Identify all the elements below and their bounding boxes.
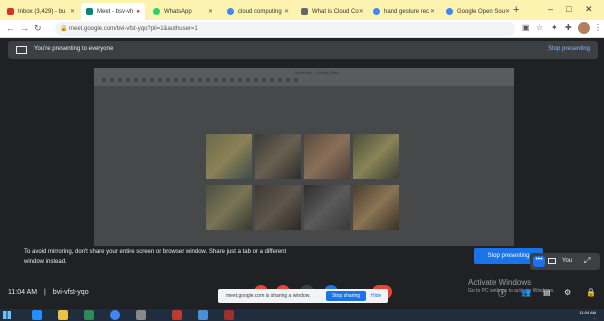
tab-hand-gesture[interactable]: hand gesture rec ✕ [368, 3, 440, 20]
google-icon [373, 8, 380, 15]
clock-date: ... [592, 315, 596, 320]
close-tab-icon[interactable]: ✕ [70, 8, 75, 15]
lock-icon[interactable]: 🔒 [586, 288, 596, 297]
tab-label: cloud computing [238, 8, 282, 15]
url-text: meet.google.com/bvi-vfst-yqo?pli=1&authu… [69, 26, 198, 32]
back-icon[interactable]: ← [6, 23, 15, 33]
expand-icon[interactable]: ⤢ [584, 256, 590, 266]
separator: | [44, 289, 46, 296]
shared-screen-preview: Document - Google Docs [94, 68, 514, 246]
presenting-banner: You're presenting to everyone Stop prese… [8, 41, 598, 59]
google-icon [227, 8, 234, 15]
gesture-image [304, 185, 350, 230]
gesture-image [255, 134, 301, 179]
puzzle-icon[interactable]: ✚ [565, 23, 572, 32]
lock-icon: 🔒 [60, 26, 68, 32]
close-tab-icon[interactable]: ✕ [208, 8, 213, 15]
camera-icon[interactable]: ▣ [522, 23, 530, 32]
close-tab-icon[interactable]: ✕ [284, 8, 289, 15]
address-bar-row: ← → ↻ 🔒 meet.google.com/bvi-vfst-yqo?pli… [0, 20, 604, 38]
close-window-button[interactable]: ✕ [585, 4, 593, 15]
close-tab-icon[interactable]: ✕ [505, 8, 510, 15]
sharing-toast: meet.google.com is sharing a window. Sto… [218, 289, 388, 303]
activities-icon[interactable]: ⚙ [564, 288, 571, 297]
hide-button[interactable]: Hide [371, 293, 381, 299]
mirroring-warning: To avoid mirroring, don't share your ent… [24, 249, 287, 265]
system-clock: 11:04 AM ... [579, 310, 596, 320]
gesture-image [353, 134, 399, 179]
shared-window-toolbar: Document - Google Docs [94, 68, 514, 86]
present-screen-icon [16, 46, 27, 54]
forward-icon[interactable]: → [20, 23, 29, 33]
sharing-message: meet.google.com is sharing a window. [226, 293, 311, 299]
tab-label: Meet - bsv-vh [97, 8, 134, 15]
maximize-button[interactable]: □ [566, 4, 571, 14]
reload-icon[interactable]: ↻ [34, 23, 42, 34]
watermark-heading: Activate Windows [468, 278, 532, 287]
activate-windows-watermark: Activate Windows Go to PC settings to ac… [468, 278, 554, 294]
meet-icon [86, 8, 93, 15]
tab-whatsapp[interactable]: WhatsApp ✕ [148, 3, 218, 20]
pdf-icon[interactable] [224, 310, 234, 320]
info-icon[interactable]: ⓘ [498, 288, 506, 299]
tab-label: hand gesture rec [384, 8, 430, 15]
whatsapp-icon [153, 8, 160, 15]
toolbar-icons [102, 78, 302, 82]
photos-icon[interactable] [198, 310, 208, 320]
gesture-image [206, 185, 252, 230]
page-icon [301, 8, 308, 15]
stop-presenting-link[interactable]: Stop presenting [548, 46, 590, 52]
extension-icon[interactable]: ✦ [551, 23, 558, 32]
tab-google-open-source[interactable]: Google Open Sou ✕ [441, 3, 511, 20]
acrobat-icon[interactable] [172, 310, 182, 320]
gmail-icon [7, 8, 14, 15]
close-tab-icon[interactable]: ✕ [430, 8, 435, 15]
stop-sharing-button[interactable]: Stop sharing [326, 291, 366, 301]
edge-icon[interactable] [32, 310, 42, 320]
tab-what-is-cloud[interactable]: What is Cloud Co ✕ [296, 3, 366, 20]
people-icon[interactable]: 👥 [521, 288, 531, 297]
tab-label: WhatsApp [164, 8, 192, 15]
gesture-image [255, 185, 301, 230]
more-options-button[interactable]: ••• [533, 256, 545, 267]
store-icon[interactable] [84, 310, 94, 320]
tab-label: Google Open Sou [457, 8, 506, 15]
browser-tab-bar: Inbox (3,429) - bu ✕ Meet - bsv-vh ● Wha… [0, 0, 604, 20]
tab-meet[interactable]: Meet - bsv-vh ● [81, 3, 145, 20]
windows-taskbar: 11:04 AM ... [0, 309, 604, 321]
presenting-text: You're presenting to everyone [34, 46, 114, 52]
meeting-time: 11:04 AM [8, 289, 38, 296]
gesture-image [304, 134, 350, 179]
camera-off-icon [548, 258, 556, 264]
windows-start-icon[interactable] [3, 311, 11, 319]
avatar[interactable] [578, 22, 590, 34]
chrome-icon[interactable] [110, 310, 120, 320]
meeting-code: bvi-vfst-yqo [52, 289, 89, 296]
tab-label: What is Cloud Co [312, 8, 359, 15]
chat-icon[interactable]: ▤ [543, 288, 551, 297]
minimize-button[interactable]: – [548, 4, 553, 14]
close-tab-icon[interactable]: ✕ [359, 8, 364, 15]
meeting-info: 11:04 AM | bvi-vfst-yqo [8, 289, 89, 296]
app-icon[interactable] [136, 310, 146, 320]
new-tab-button[interactable]: + [513, 4, 519, 16]
tab-cloud-computing[interactable]: cloud computing ✕ [222, 3, 294, 20]
shared-window-title: Document - Google Docs [294, 70, 339, 75]
star-icon[interactable]: ☆ [536, 23, 543, 32]
gesture-image [353, 185, 399, 230]
watermark-subtext: Go to PC settings to activate Windows. [468, 288, 555, 294]
url-field[interactable]: 🔒 meet.google.com/bvi-vfst-yqo?pli=1&aut… [55, 22, 515, 36]
self-label: You [562, 258, 573, 264]
google-icon [446, 8, 453, 15]
tab-inbox[interactable]: Inbox (3,429) - bu ✕ [2, 3, 80, 20]
tab-label: Inbox (3,429) - bu [18, 8, 66, 15]
self-view-tile: ••• You ⤢ [530, 253, 600, 270]
gesture-image [206, 134, 252, 179]
menu-icon[interactable]: ⋮ [594, 23, 602, 32]
recording-dot-icon: ● [136, 8, 140, 15]
file-explorer-icon[interactable] [58, 310, 68, 320]
